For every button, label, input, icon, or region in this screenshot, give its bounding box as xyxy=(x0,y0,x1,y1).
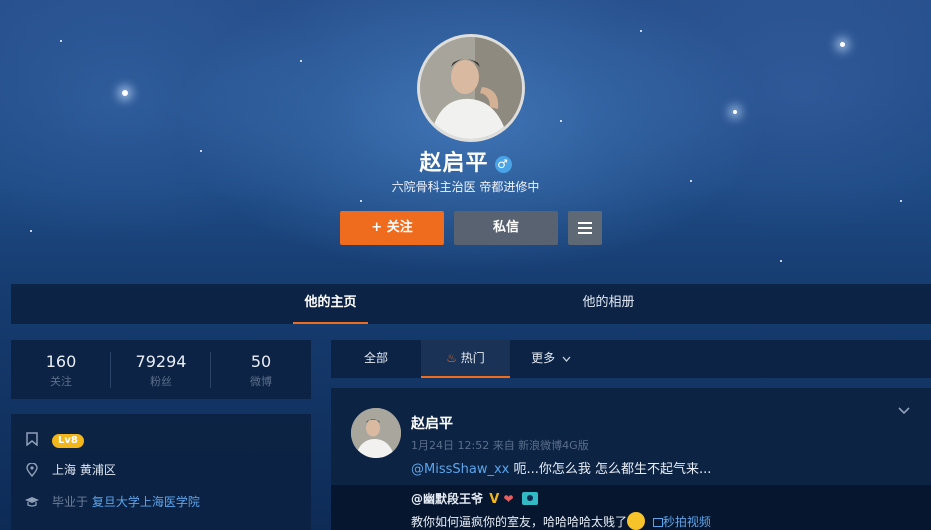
stat-value: 79294 xyxy=(135,352,187,371)
male-gender-icon: ♂ xyxy=(494,155,512,173)
graduation-cap-icon xyxy=(25,497,39,507)
repost-body: 教你如何逼疯你的室友，哈哈哈哈太贱了 xyxy=(411,515,628,529)
repost-card: @幽默段王爷 V ❤ 教你如何逼疯你的室友，哈哈哈哈太贱了 秒拍视频 xyxy=(331,485,931,530)
cover-star xyxy=(733,110,737,114)
stat-following[interactable]: 160 关注 xyxy=(11,340,111,399)
post-body: 呃...你怎么我 怎么都生不起气来... xyxy=(509,462,712,477)
stat-followers[interactable]: 79294 粉丝 xyxy=(111,340,211,399)
profile-name: 赵启平 xyxy=(419,151,489,176)
stat-label: 关注 xyxy=(50,375,72,388)
camera-icon xyxy=(521,492,538,505)
school-link[interactable]: 复旦大学上海医学院 xyxy=(92,495,200,509)
stat-label: 微博 xyxy=(250,375,272,388)
feed-tab-more-label: 更多 xyxy=(531,351,556,365)
repost-text-row: 教你如何逼疯你的室友，哈哈哈哈太贱了 秒拍视频 xyxy=(411,511,711,530)
post-mention-link[interactable]: @MissShaw_xx xyxy=(411,462,509,477)
cover-star xyxy=(840,42,845,47)
follow-button[interactable]: + 关注 xyxy=(340,211,444,245)
cover-star xyxy=(780,260,782,262)
cover-star xyxy=(122,90,128,96)
post-options-chevron-icon[interactable] xyxy=(897,404,911,418)
message-label: 私信 xyxy=(492,220,519,235)
feed-tab-more[interactable]: 更多 xyxy=(521,340,581,378)
cover-star xyxy=(900,200,902,202)
level-badge[interactable]: Lv8 xyxy=(52,434,84,448)
cover-star xyxy=(30,230,32,232)
flame-icon: ♨ xyxy=(446,351,457,365)
follow-label: 关注 xyxy=(386,220,413,235)
plus-icon: + xyxy=(371,220,383,235)
profile-nav: 他的主页 他的相册 xyxy=(11,284,931,324)
location-pin-icon xyxy=(26,463,38,477)
post-author-avatar[interactable] xyxy=(351,408,401,458)
tab-album[interactable]: 他的相册 xyxy=(571,284,646,324)
repost-author-name[interactable]: @幽默段王爷 xyxy=(411,492,483,506)
feed-tab-hot[interactable]: ♨ 热门 xyxy=(421,340,510,378)
stats-panel: 160 关注 79294 粉丝 50 微博 xyxy=(11,340,311,399)
chevron-down-icon xyxy=(562,356,571,362)
tab-home[interactable]: 他的主页 xyxy=(293,284,368,324)
profile-avatar[interactable] xyxy=(417,34,525,142)
post-text: @MissShaw_xx 呃...你怎么我 怎么都生不起气来... xyxy=(411,458,711,477)
profile-bio: 六院骨科主治医 帝都进修中 xyxy=(391,180,540,194)
laughing-emoji-icon xyxy=(627,511,646,530)
cover-star xyxy=(560,120,562,122)
cover-star xyxy=(60,40,62,42)
hamburger-icon xyxy=(578,222,592,234)
heart-badge-icon: ❤ xyxy=(503,492,514,506)
info-panel: Lv8 上海 黄浦区 毕业于 复旦大学上海医学院 xyxy=(11,414,311,530)
repost-author-row: @幽默段王爷 V ❤ xyxy=(411,490,538,507)
stat-weibo[interactable]: 50 微博 xyxy=(211,340,311,399)
weibo-post: 赵启平 1月24日 12:52 来自 新浪微博4G版 @MissShaw_xx … xyxy=(331,388,931,530)
feed-tab-hot-label: 热门 xyxy=(460,351,485,365)
education-prefix: 毕业于 xyxy=(52,495,89,509)
stat-value: 50 xyxy=(250,352,272,371)
stat-value: 160 xyxy=(45,352,77,371)
avatar-photo xyxy=(351,408,401,458)
cover-star xyxy=(640,30,642,32)
cover-star xyxy=(300,60,302,62)
bookmark-icon xyxy=(26,432,38,446)
feed-tab-all[interactable]: 全部 xyxy=(331,340,421,378)
feed-filter-tabs: 全部 ♨ 热门 更多 xyxy=(331,340,931,378)
message-button[interactable]: 私信 xyxy=(454,211,558,245)
profile-name-row: 赵启平 ♂ xyxy=(0,145,931,177)
video-link-label: 秒拍视频 xyxy=(662,515,711,529)
video-icon xyxy=(652,518,663,527)
post-author-name[interactable]: 赵启平 xyxy=(411,413,453,433)
cover-star xyxy=(360,200,362,202)
more-menu-button[interactable] xyxy=(568,211,602,245)
avatar-photo xyxy=(420,37,522,139)
verified-v-icon: V xyxy=(489,492,500,507)
stat-label: 粉丝 xyxy=(150,375,172,388)
location-text: 上海 黄浦区 xyxy=(52,463,116,477)
post-meta: 1月24日 12:52 来自 新浪微博4G版 xyxy=(411,439,589,452)
video-link[interactable]: 秒拍视频 xyxy=(649,515,711,529)
